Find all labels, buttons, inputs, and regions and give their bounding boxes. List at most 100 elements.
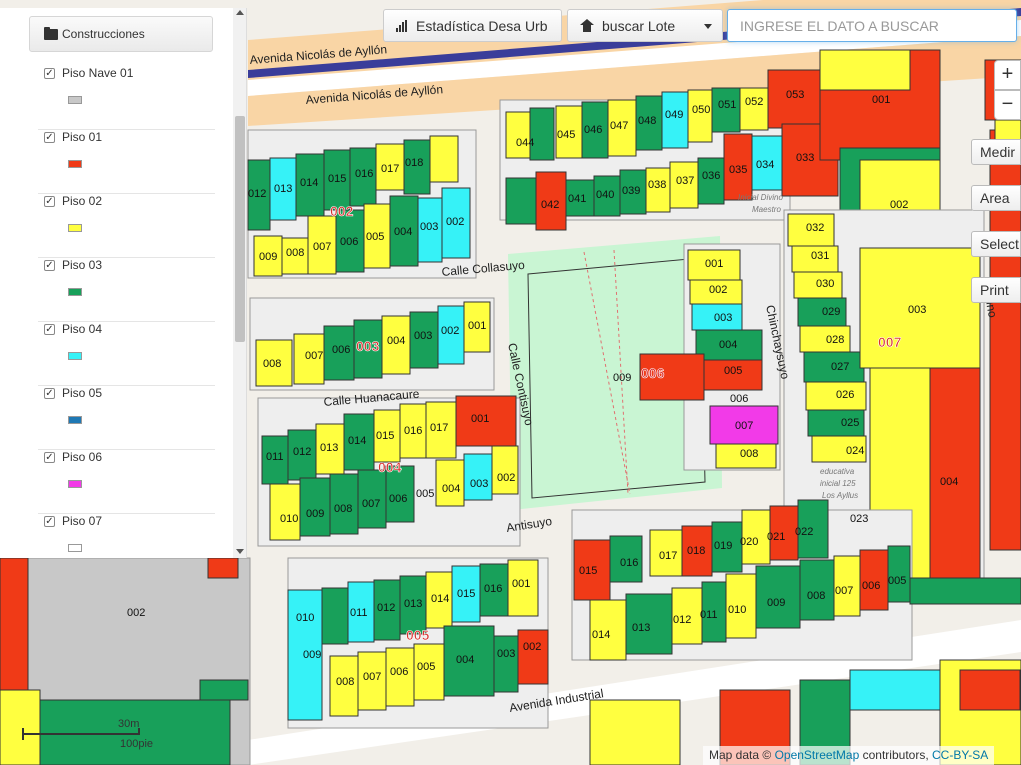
search-input[interactable] (727, 9, 1017, 42)
legend-swatch (68, 352, 82, 360)
lot-label: 052 (745, 96, 763, 108)
lot-label: 020 (740, 536, 758, 548)
legend-item-label: Piso 07 (62, 514, 103, 528)
lot-label: 002 (709, 284, 727, 296)
lot-label: 034 (756, 159, 774, 171)
lot-label: 012 (248, 188, 266, 200)
statistics-button-label: Estadística Desa Urb (416, 17, 548, 34)
lot-label: 010 (728, 604, 746, 616)
lot-label: 009 (767, 597, 785, 609)
lot-label: 022 (795, 526, 813, 538)
lot-label: 007 (363, 671, 381, 683)
osm-link[interactable]: OpenStreetMap (775, 748, 860, 762)
lot-label: 004 (456, 654, 474, 666)
lot-label: 008 (807, 590, 825, 602)
folder-open-icon (44, 26, 58, 40)
legend-item-label: Piso 06 (62, 450, 103, 464)
lot-label: 027 (831, 361, 849, 373)
legend-item-piso-03: ✓ Piso 03 (38, 258, 215, 322)
legend-scrollbar[interactable] (233, 8, 246, 558)
legend-checkbox[interactable]: ✓ (44, 68, 55, 79)
home-icon (580, 19, 594, 32)
poi-label: Inicial Divino (738, 193, 783, 202)
bar-chart-icon (396, 19, 408, 32)
lot-label: 001 (705, 258, 723, 270)
lot-label: 013 (320, 442, 338, 454)
scroll-down-icon[interactable] (236, 549, 244, 554)
legend-checkbox[interactable]: ✓ (44, 388, 55, 399)
legend-item-piso-05: ✓ Piso 05 (38, 386, 215, 450)
poi-label: educativa (820, 467, 855, 476)
legend-item-label: Piso 03 (62, 258, 103, 272)
lot-label: 051 (718, 99, 736, 111)
legend-item-piso-nave-01: ✓ Piso Nave 01 (38, 66, 215, 130)
lot-label: 001 (471, 413, 489, 425)
manzana-label: 005 (406, 627, 430, 643)
measure-button[interactable]: Medir (971, 139, 1021, 165)
lot-label: 015 (579, 565, 597, 577)
lot-label: 006 (389, 493, 407, 505)
zoom-in-button[interactable]: + (994, 60, 1021, 90)
legend-checkbox[interactable]: ✓ (44, 196, 55, 207)
lot-label: 003 (497, 648, 515, 660)
lot-label: 014 (592, 629, 610, 641)
lot-label: 002 (890, 199, 908, 211)
legend-item-piso-02: ✓ Piso 02 (38, 194, 215, 258)
lot-label: 014 (348, 435, 366, 447)
lot-label: 018 (687, 545, 705, 557)
select-button[interactable]: Select (971, 231, 1021, 257)
lot-label: 007 (835, 585, 853, 597)
lot-label: 041 (568, 193, 586, 205)
manzana-label: 002 (330, 203, 354, 219)
lot-label: 006 (862, 580, 880, 592)
lot-label: 011 (700, 609, 718, 621)
lot-label: 042 (541, 199, 559, 211)
lot-label: 053 (786, 89, 804, 101)
lot-label: 002 (127, 607, 145, 619)
legend-item-label: Piso Nave 01 (62, 66, 134, 80)
lot-label: 033 (796, 152, 814, 164)
scale-line (22, 733, 140, 735)
legend-item-piso-04: ✓ Piso 04 (38, 322, 215, 386)
legend-item-label: Piso 05 (62, 386, 103, 400)
search-type-dropdown[interactable]: buscar Lote (567, 9, 723, 42)
lot-label: 004 (719, 339, 737, 351)
lot-label: 005 (366, 231, 384, 243)
lot-label: 012 (673, 614, 691, 626)
lot-label: 023 (850, 513, 868, 525)
lot-label: 007 (305, 350, 323, 362)
lot-label: 016 (620, 557, 638, 569)
lot-label: 019 (714, 540, 732, 552)
legend-swatch (68, 96, 82, 104)
license-link[interactable]: CC-BY-SA (932, 748, 988, 762)
zoom-out-button[interactable]: − (994, 90, 1021, 120)
legend-checkbox[interactable]: ✓ (44, 516, 55, 527)
legend-header[interactable]: Construcciones (29, 16, 213, 52)
legend-checkbox[interactable]: ✓ (44, 452, 55, 463)
lot-label: 004 (394, 226, 412, 238)
legend-item-piso-06: ✓ Piso 06 (38, 450, 215, 514)
lot-label: 008 (263, 358, 281, 370)
lot-label: 050 (692, 104, 710, 116)
lot-label: 003 (908, 304, 926, 316)
scrollbar-thumb[interactable] (235, 116, 245, 342)
area-button[interactable]: Area (971, 185, 1021, 211)
print-button[interactable]: Print (971, 277, 1021, 303)
lot-label: 009 (259, 251, 277, 263)
lot-label: 004 (387, 335, 405, 347)
statistics-button[interactable]: Estadística Desa Urb (383, 9, 562, 42)
legend-checkbox[interactable]: ✓ (44, 324, 55, 335)
legend-item-piso-07: ✓ Piso 07 (38, 514, 215, 558)
lot-label: 030 (816, 278, 834, 290)
lot-label: 008 (740, 448, 758, 460)
lot-label: 024 (846, 445, 864, 457)
lot-label: 004 (442, 483, 460, 495)
lot-label: 003 (414, 330, 432, 342)
lot-label: 049 (665, 109, 683, 121)
lot-label: 006 (730, 393, 748, 405)
lot-label: 002 (497, 472, 515, 484)
legend-checkbox[interactable]: ✓ (44, 132, 55, 143)
legend-checkbox[interactable]: ✓ (44, 260, 55, 271)
lot-label: 016 (404, 425, 422, 437)
scroll-up-icon[interactable] (236, 10, 244, 15)
